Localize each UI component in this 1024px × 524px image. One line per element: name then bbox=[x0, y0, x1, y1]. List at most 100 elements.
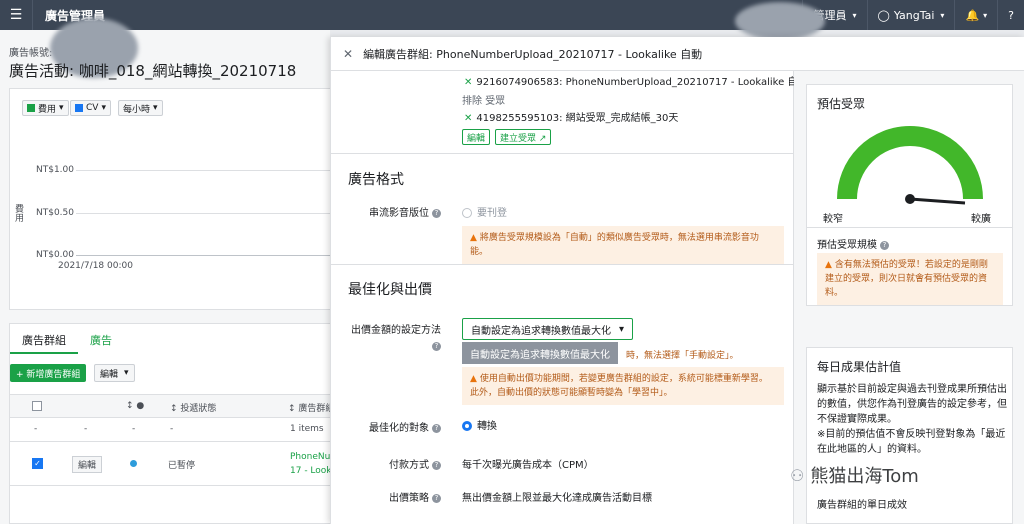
audience-item: ✕ 9216074906583: PhoneNumberUpload_202107… bbox=[464, 77, 808, 88]
bell-icon: 🔔 bbox=[965, 8, 980, 22]
tab-adgroups[interactable]: 廣告群組 bbox=[10, 324, 78, 354]
size-warning: ▲ 含有無法預估的受眾！若設定的是剛剛建立的受眾，則次日就會有預估受眾的資料。 bbox=[817, 253, 1003, 305]
info-icon[interactable]: ? bbox=[432, 460, 441, 470]
chevron-down-icon: ▾ bbox=[59, 103, 64, 113]
info-icon[interactable]: ? bbox=[432, 341, 441, 351]
chevron-down-icon: ▾ bbox=[153, 103, 158, 113]
menu-icon[interactable]: ☰ bbox=[0, 7, 32, 23]
opt-target-radio[interactable]: 轉換 bbox=[462, 417, 497, 432]
row-edit-button[interactable]: 編輯 bbox=[72, 456, 103, 473]
page-title: 廣告活動: 咖啡_018_網站轉換_20210718 bbox=[9, 62, 297, 80]
chevron-down-icon: ▾ bbox=[940, 10, 945, 20]
remove-icon[interactable]: ✕ bbox=[464, 77, 472, 88]
bid-hint: 時，無法選擇「手動設定」。 bbox=[626, 351, 739, 361]
warning-icon: ▲ bbox=[470, 374, 477, 384]
reach-gauge bbox=[837, 126, 983, 205]
estimate-sidebar: 預估受眾 較窄 較廣 預估受眾規模? ▲ 含有無法預估的受眾！若設定的是剛剛建立的… bbox=[794, 71, 1024, 524]
info-icon[interactable]: ? bbox=[432, 208, 441, 218]
series-swatch bbox=[75, 104, 83, 112]
card-title: 每日成果估計值 bbox=[817, 360, 902, 374]
table-header: ↕ ● ↕ 投遞狀態 ↕ 廣告群組 bbox=[10, 394, 340, 418]
y-tick: NT$0.50 bbox=[36, 208, 74, 218]
column-header-status[interactable]: ↕ 投遞狀態 bbox=[170, 401, 216, 414]
wechat-icon: ⚇ bbox=[790, 465, 805, 485]
chevron-down-icon: ▾ bbox=[852, 10, 857, 20]
warning-icon: ▲ bbox=[470, 233, 477, 243]
table-row: - - - - 1 items bbox=[10, 418, 340, 442]
panel-title: 編輯廣告群組: PhoneNumberUpload_20210717 - Loo… bbox=[363, 47, 703, 61]
y-tick: NT$1.00 bbox=[36, 165, 74, 175]
chart-card: 費用 ▾ CV ▾ 每小時 ▾ NT$1.00 NT$0.50 NT$0.00 費用 … bbox=[9, 88, 340, 310]
status-dot-icon bbox=[130, 460, 137, 467]
user-menu[interactable]: ◯ YangTai ▾ bbox=[866, 0, 955, 30]
bid-method-label: 出價金額的設定方法? bbox=[351, 325, 441, 351]
payment-label: 付款方式? bbox=[341, 456, 441, 471]
daily-description: 顯示基於目前設定與過去刊登成果所預估出的數值，供您作為刊登廣告的設定參考，但不保… bbox=[817, 384, 1007, 455]
close-icon[interactable]: ✕ bbox=[343, 47, 353, 61]
stream-label: 串流影音版位? bbox=[351, 204, 441, 219]
status-badge: 已暫停 bbox=[168, 461, 196, 471]
chevron-down-icon: ▾ bbox=[101, 103, 106, 113]
y-axis-label: 費用 bbox=[13, 204, 23, 222]
chevron-down-icon: ▾ bbox=[983, 10, 988, 20]
chevron-down-icon: ▾ bbox=[619, 323, 625, 335]
row-checkbox[interactable]: ✓ bbox=[32, 458, 43, 469]
y-tick: NT$0.00 bbox=[36, 250, 74, 260]
audience-estimate-card: 預估受眾 較窄 較廣 預估受眾規模? ▲ 含有無法預估的受眾！若設定的是剛剛建立的… bbox=[806, 84, 1013, 306]
warning-icon: ▲ bbox=[825, 260, 832, 270]
radio-icon bbox=[462, 208, 472, 218]
info-icon[interactable]: ? bbox=[432, 423, 441, 433]
daily-footer: 廣告群組的單日成效 bbox=[817, 500, 907, 511]
bid-tooltip: 自動設定為追求轉換數值最大化 bbox=[462, 342, 618, 364]
daily-estimate-card: 每日成果估計值 顯示基於目前設定與過去刊登成果所預估出的數值，供您作為刊登廣告的… bbox=[806, 347, 1013, 524]
column-header-toggle[interactable]: ↕ ● bbox=[126, 401, 144, 411]
bid-method-select[interactable]: 自動設定為追求轉換數值最大化 ▾ bbox=[462, 318, 634, 340]
gauge-min-label: 較窄 bbox=[823, 214, 843, 225]
audience-item: ✕ 4198255595103: 網站受眾_完成結帳_30天 bbox=[464, 113, 679, 124]
radio-icon bbox=[462, 421, 472, 431]
edit-adgroup-panel: ✕ 編輯廣告群組: PhoneNumberUpload_20210717 - L… bbox=[330, 37, 1024, 524]
help-icon: ? bbox=[1008, 8, 1014, 22]
panel-header: ✕ 編輯廣告群組: PhoneNumberUpload_20210717 - L… bbox=[331, 37, 1024, 71]
strategy-value: 無出價金額上限並最大化達成廣告活動目標 bbox=[462, 493, 652, 504]
metric-pill-cost[interactable]: 費用 ▾ bbox=[22, 100, 69, 116]
info-icon[interactable]: ? bbox=[432, 493, 441, 503]
stream-radio[interactable]: 要刊登 bbox=[462, 204, 507, 219]
chevron-down-icon: ▾ bbox=[124, 368, 129, 378]
section-ad-format: 廣告格式 bbox=[348, 172, 404, 188]
adgroup-table-card: 廣告群組 廣告 + 新增廣告群組 編輯 ▾ ↕ ● ↕ 投遞狀態 ↕ 廣告群組 -… bbox=[9, 323, 340, 524]
strategy-label: 出價策略? bbox=[341, 489, 441, 504]
tab-ads[interactable]: 廣告 bbox=[78, 324, 124, 354]
user-icon: ◯ bbox=[877, 8, 890, 22]
select-all-checkbox[interactable] bbox=[32, 401, 42, 411]
metric-pill-cv[interactable]: CV ▾ bbox=[70, 100, 111, 116]
help-button[interactable]: ? bbox=[997, 0, 1024, 30]
x-tick: 2021/7/18 00:00 bbox=[58, 261, 133, 271]
exclude-label: 排除 受眾 bbox=[462, 96, 506, 107]
section-optimization: 最佳化與出價 bbox=[348, 282, 432, 298]
remove-icon[interactable]: ✕ bbox=[464, 113, 472, 124]
stream-warning: ▲ 將廣告受眾規模設為「自動」的類似廣告受眾時，無法選用串流影音功能。 bbox=[462, 226, 784, 264]
column-header-name[interactable]: ↕ 廣告群組 bbox=[288, 401, 334, 414]
table-row[interactable]: ✓ 編輯 已暫停 PhoneNum 17 - Looka bbox=[10, 442, 340, 486]
card-title: 預估受眾 bbox=[817, 97, 866, 111]
bid-warning: ▲ 使用自動出價功能期間，若變更廣告群組的設定，系統可能標重新學習。此外，自動出價… bbox=[462, 367, 784, 405]
gauge-max-label: 較廣 bbox=[971, 214, 991, 225]
info-icon[interactable]: ? bbox=[880, 240, 889, 250]
gauge-needle bbox=[909, 197, 966, 205]
granularity-select[interactable]: 每小時 ▾ bbox=[118, 100, 163, 116]
opt-target-label: 最佳化的對象? bbox=[341, 419, 441, 434]
edit-audience-button[interactable]: 編輯 bbox=[462, 129, 491, 145]
campaign-view: 廣告帳號: 廣告活動: 咖啡_018_網站轉換_20210718 費用 ▾ CV ▾… bbox=[0, 18, 340, 524]
breadcrumb[interactable]: 廣告帳號: bbox=[9, 44, 52, 59]
watermark: ⚇ 熊猫出海Tom bbox=[790, 465, 919, 488]
series-swatch bbox=[27, 104, 35, 112]
panel-form: ✕ 9216074906583: PhoneNumberUpload_202107… bbox=[331, 71, 807, 524]
payment-value: 每千次曝光廣告成本（CPM） bbox=[462, 460, 594, 471]
top-bar: ☰ 廣告管理員 管理員 ▾ ◯ YangTai ▾ 🔔 ▾ ? bbox=[0, 0, 1024, 40]
new-adgroup-button[interactable]: + 新增廣告群組 bbox=[10, 364, 87, 382]
create-audience-button[interactable]: 建立受眾 ↗ bbox=[495, 129, 552, 145]
edit-menu-button[interactable]: 編輯 ▾ bbox=[94, 364, 135, 382]
notification-button[interactable]: 🔔 ▾ bbox=[954, 0, 997, 30]
blurred-region bbox=[735, 2, 825, 40]
